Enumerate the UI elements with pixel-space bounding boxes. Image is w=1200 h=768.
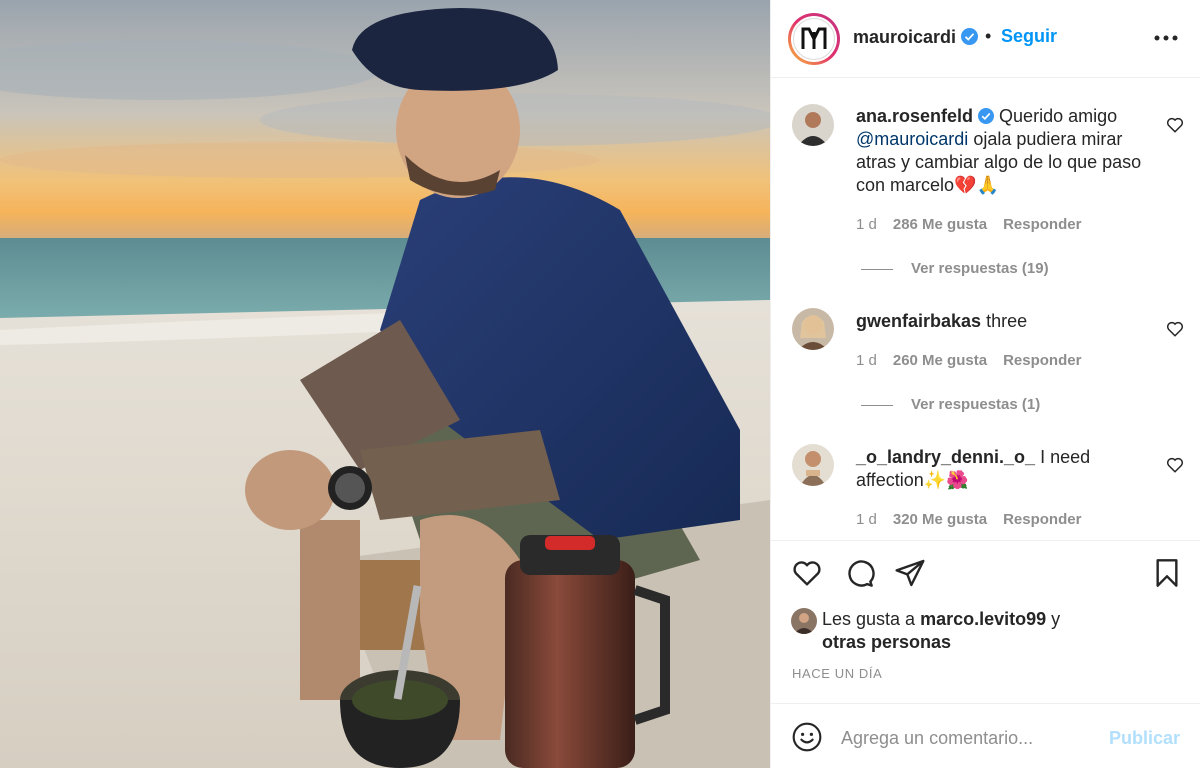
comment-mention-link[interactable]: @mauroicardi (856, 129, 968, 149)
comment-button[interactable] (843, 557, 875, 594)
heart-outline-icon (1166, 117, 1184, 133)
comment-meta: 1 d 260 Me gusta Responder (856, 352, 1097, 369)
comment-like-count[interactable]: 286 Me gusta (893, 216, 987, 233)
comment-time: 1 d (856, 216, 877, 233)
comment-time: 1 d (856, 352, 877, 369)
paper-plane-icon (895, 559, 925, 587)
smiley-icon (792, 722, 822, 752)
publish-button[interactable]: Publicar (1109, 728, 1180, 749)
author-username[interactable]: mauroicardi (853, 27, 979, 48)
more-horizontal-icon (1154, 35, 1178, 41)
heart-outline-icon (1166, 457, 1184, 473)
comment-like-button[interactable] (1166, 456, 1184, 474)
avatar-image (792, 444, 834, 486)
save-button[interactable] (1151, 557, 1183, 594)
post-header: mauroicardi • Seguir (771, 0, 1200, 78)
comment-username[interactable]: gwenfairbakas (856, 311, 981, 331)
more-options-button[interactable] (1151, 28, 1181, 48)
comment-text: gwenfairbakas three (856, 311, 1028, 331)
comment-reply-button[interactable]: Responder (1003, 216, 1081, 233)
comment-username[interactable]: _o_landry_denni._o_ (856, 447, 1035, 467)
comment-username[interactable]: ana.rosenfeld (856, 106, 973, 126)
verified-badge-icon (961, 28, 979, 45)
avatar-image (792, 104, 834, 146)
header-separator: • (985, 26, 992, 46)
post-image (0, 0, 770, 768)
mi-logo-icon (801, 27, 827, 49)
avatar-image (791, 608, 817, 634)
view-replies-button[interactable]: Ver respuestas (1) (861, 396, 1040, 413)
heart-icon (793, 561, 821, 586)
comment-meta: 1 d 286 Me gusta Responder (856, 216, 1097, 233)
comment-like-button[interactable] (1166, 116, 1184, 134)
bookmark-icon (1156, 559, 1178, 587)
comments-list[interactable]: ana.rosenfeld Querido amigo @mauroicardi… (771, 78, 1200, 540)
comment-like-count[interactable]: 260 Me gusta (893, 352, 987, 369)
avatar-image (792, 308, 834, 350)
other-likers-link[interactable]: otras personas (822, 632, 951, 652)
comment-meta: 1 d 320 Me gusta Responder (856, 511, 1097, 528)
heart-outline-icon (1166, 321, 1184, 337)
add-comment-bar: Publicar (771, 703, 1200, 768)
comment-reply-button[interactable]: Responder (1003, 352, 1081, 369)
comment-input[interactable] (841, 724, 1091, 752)
view-replies-button[interactable]: Ver respuestas (19) (861, 260, 1049, 277)
follow-button[interactable]: Seguir (1001, 26, 1057, 47)
post-side-panel: mauroicardi • Seguir ana.rosenfeld Queri… (770, 0, 1200, 768)
comment-bubble-icon (848, 560, 875, 587)
liker-avatar[interactable] (791, 608, 817, 634)
commenter-avatar[interactable] (792, 444, 834, 486)
comment-like-button[interactable] (1166, 320, 1184, 338)
like-button[interactable] (791, 557, 823, 594)
commenter-avatar[interactable] (792, 104, 834, 146)
comment-time: 1 d (856, 511, 877, 528)
post-photo[interactable] (0, 0, 770, 768)
comment-like-count[interactable]: 320 Me gusta (893, 511, 987, 528)
author-logo (793, 18, 835, 60)
comment-text: ana.rosenfeld Querido amigo @mauroicardi… (856, 106, 1142, 195)
likes-summary: Les gusta a marco.levito99 y otras perso… (791, 608, 1191, 654)
author-avatar[interactable] (788, 13, 840, 65)
comment-reply-button[interactable]: Responder (1003, 511, 1081, 528)
share-button[interactable] (894, 557, 926, 594)
post-timestamp[interactable]: HACE UN DÍA (792, 666, 882, 681)
liker-username[interactable]: marco.levito99 (920, 609, 1046, 629)
post-action-bar (771, 540, 1200, 604)
comment-text: _o_landry_denni._o_ I need affection✨🌺 (856, 447, 1091, 490)
commenter-avatar[interactable] (792, 308, 834, 350)
verified-badge-icon (978, 108, 995, 124)
emoji-button[interactable] (791, 721, 823, 758)
